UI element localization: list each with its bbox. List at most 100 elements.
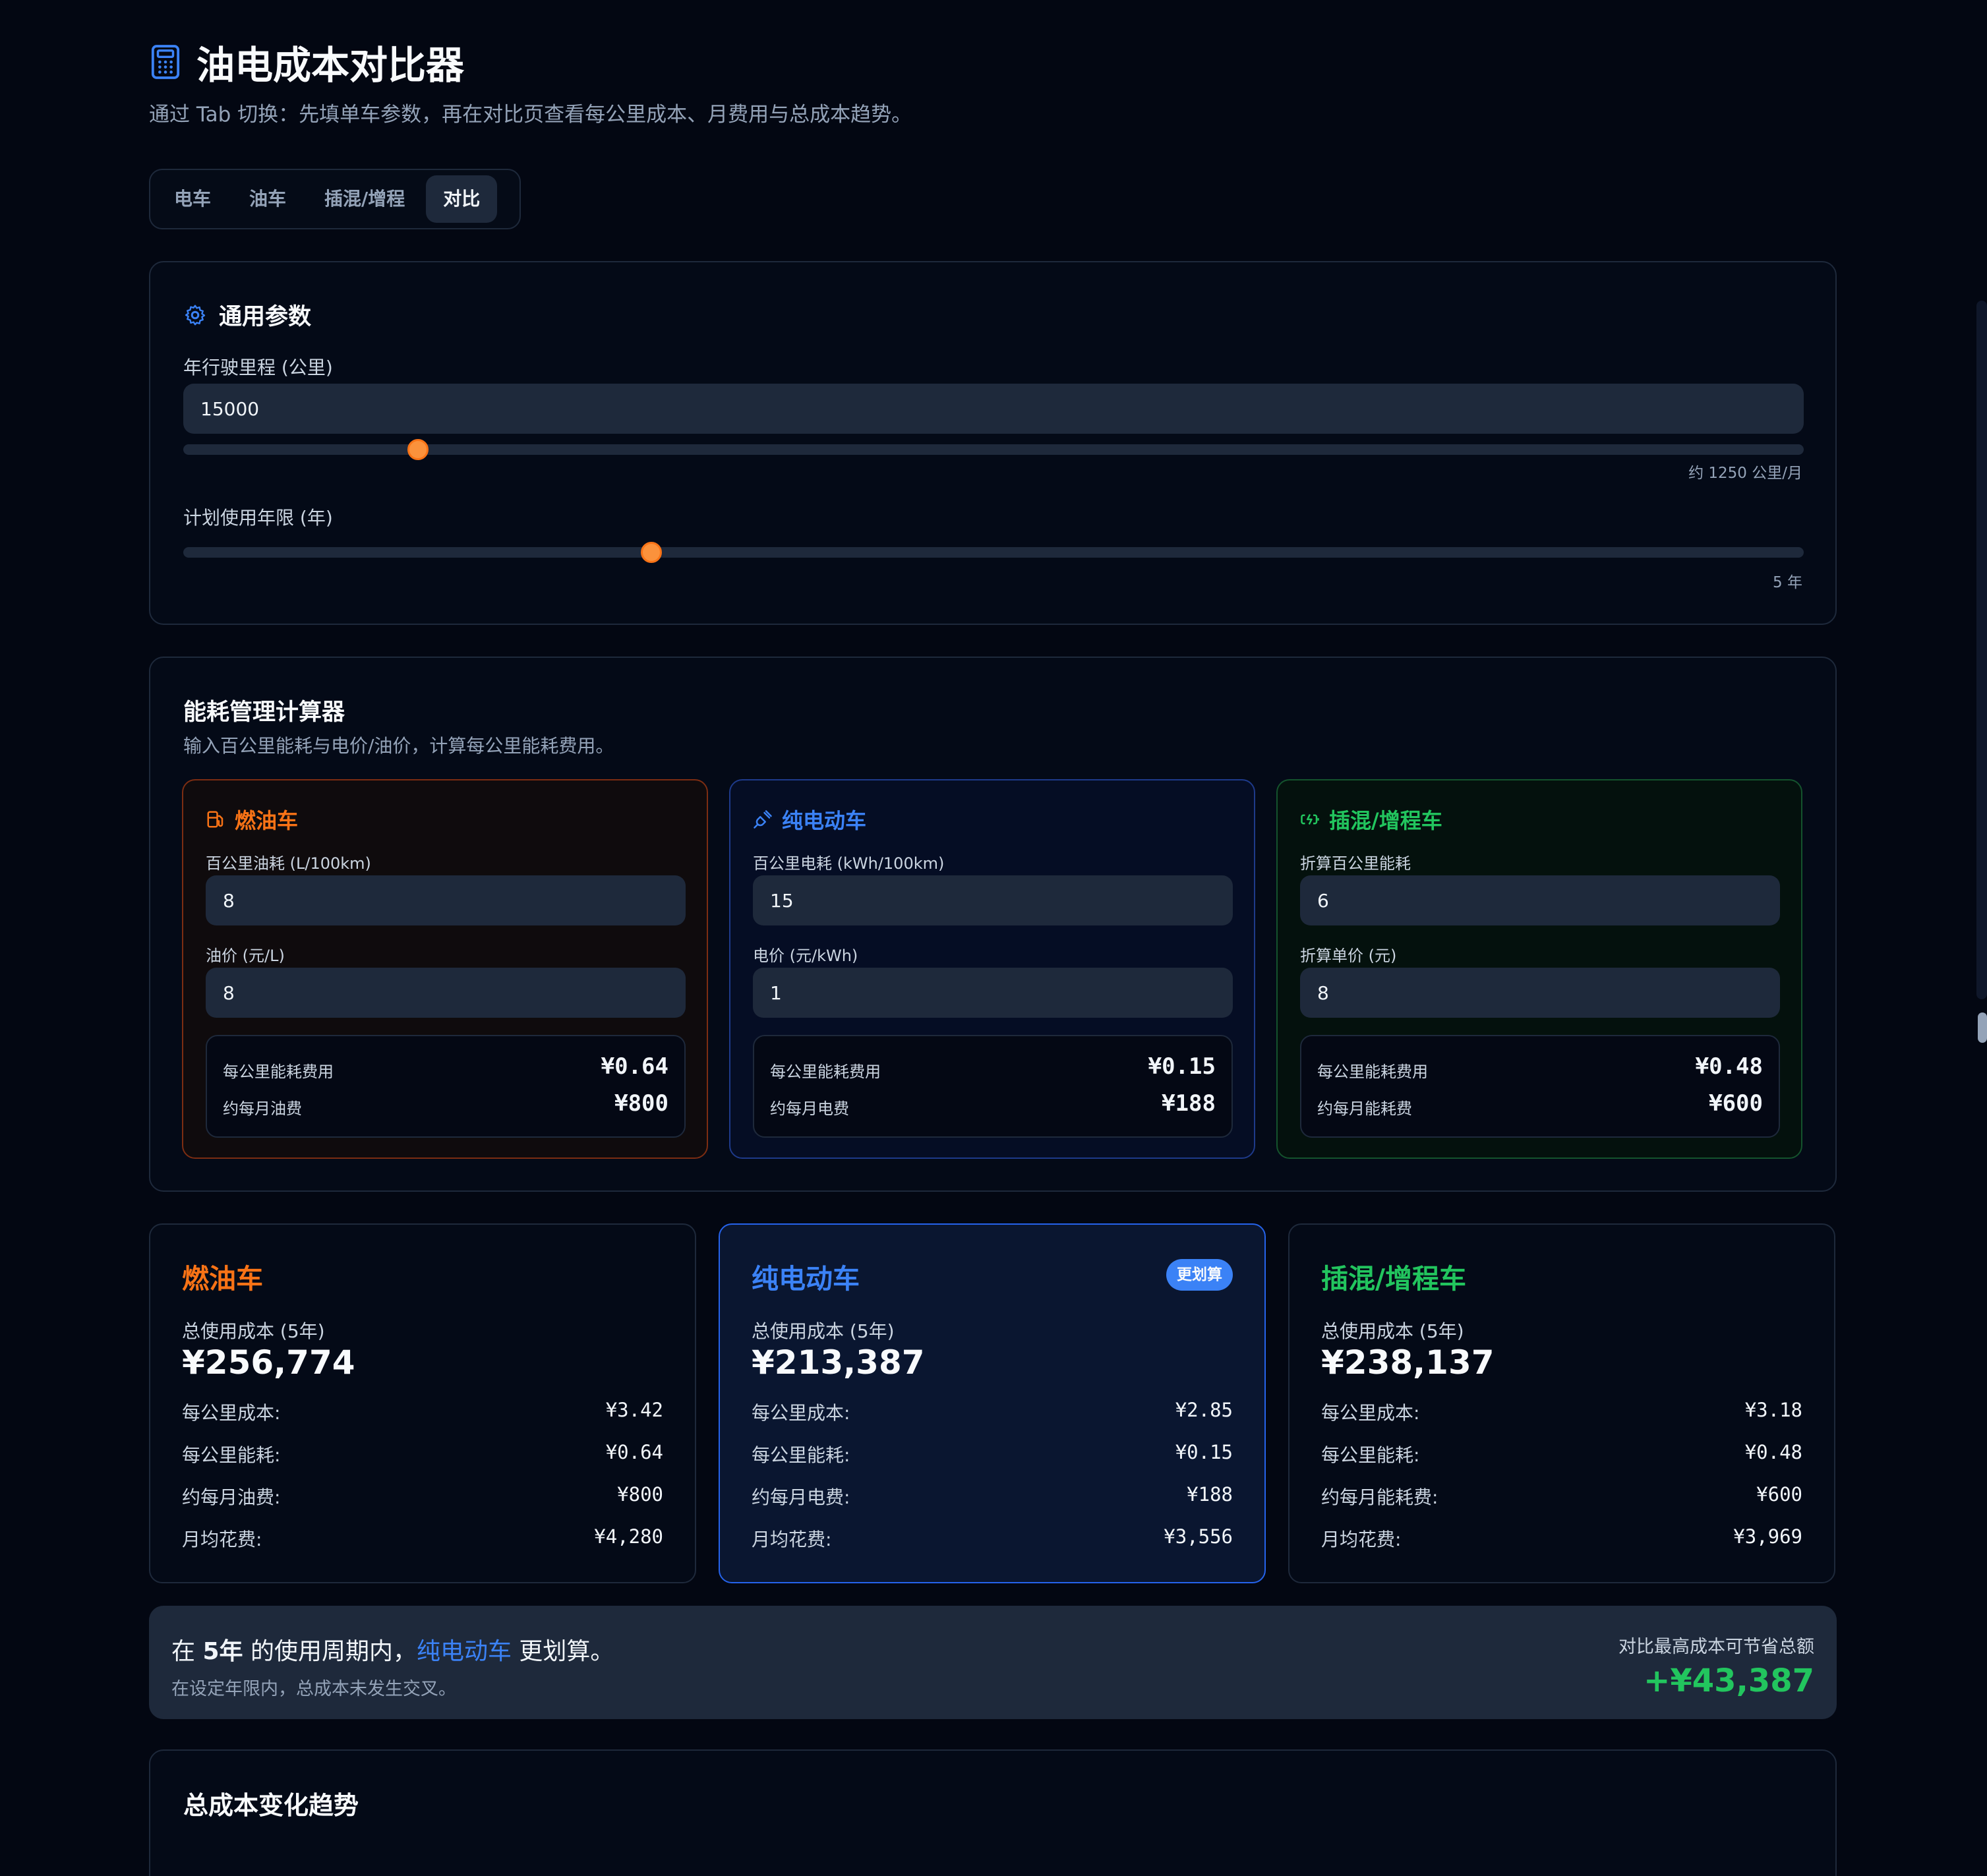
- ev-monthly-label: 约每月电费: [770, 1099, 849, 1118]
- summary-oil-total-label: 总使用成本 (5年): [182, 1320, 325, 1342]
- summary-ev-row-value: ¥3,556: [1164, 1525, 1233, 1548]
- calculator-icon: [151, 45, 180, 79]
- mileage-slider-thumb[interactable]: [407, 439, 429, 460]
- conclusion-middle: 的使用周期内，: [243, 1638, 417, 1665]
- battery-charging-icon: [1301, 813, 1319, 825]
- conclusion-years: 5年: [202, 1638, 243, 1665]
- summary-phev-row-value: ¥600: [1756, 1483, 1802, 1506]
- summary-phev-row-label: 每公里能耗:: [1321, 1444, 1420, 1466]
- ev-per-km-label: 每公里能耗费用: [770, 1063, 881, 1081]
- years-slider[interactable]: [183, 547, 1804, 558]
- ev-consumption-label: 百公里电耗 (kWh/100km): [753, 854, 945, 873]
- energy-calculator-title: 能耗管理计算器: [183, 699, 345, 726]
- energy-card-phev-header: 插混/增程车: [1300, 804, 1442, 835]
- savings-value: +¥43,387: [1644, 1662, 1814, 1699]
- summary-oil-row-value: ¥0.64: [605, 1441, 663, 1463]
- oil-per-km-label: 每公里能耗费用: [223, 1063, 334, 1081]
- energy-card-oil-title: 燃油车: [235, 808, 299, 833]
- phev-monthly-value: ¥600: [1709, 1090, 1763, 1117]
- conclusion-text: 在 5年 的使用周期内，纯电动车 更划算。: [171, 1632, 614, 1666]
- energy-card-ev: 纯电动车 百公里电耗 (kWh/100km) 15 电价 (元/kWh) 1 每…: [729, 779, 1255, 1159]
- savings-label: 对比最高成本可节省总额: [1618, 1637, 1814, 1657]
- summary-ev-row-label: 每公里成本:: [752, 1402, 850, 1424]
- tab-oil[interactable]: 油车: [232, 175, 303, 223]
- conclusion-winner: 纯电动车: [416, 1638, 512, 1665]
- oil-result-box: 每公里能耗费用 ¥0.64 约每月油费 ¥800: [206, 1035, 686, 1138]
- energy-card-ev-header: 纯电动车: [753, 804, 866, 835]
- summary-phev-row-value: ¥3,969: [1733, 1525, 1802, 1548]
- general-params-panel: 通用参数 年行驶里程 (公里) 15000 约 1250 公里/月 计划使用年限…: [149, 261, 1837, 625]
- conclusion-prefix: 在: [171, 1638, 203, 1665]
- summary-oil-row-value: ¥4,280: [594, 1525, 663, 1548]
- summary-phev-row-value: ¥3.18: [1744, 1399, 1802, 1421]
- tab-phev[interactable]: 插混/增程: [307, 175, 422, 223]
- scrollbar-track[interactable]: [1976, 301, 1987, 999]
- best-value-badge: 更划算: [1166, 1259, 1233, 1291]
- tab-ev[interactable]: 电车: [157, 175, 228, 223]
- summary-oil-row-label: 每公里成本:: [182, 1402, 281, 1424]
- ev-consumption-input[interactable]: 15: [753, 875, 1233, 925]
- summary-ev-row-value: ¥2.85: [1175, 1399, 1233, 1421]
- general-params-header: 通用参数: [183, 298, 311, 332]
- summary-oil-row-value: ¥800: [617, 1483, 663, 1506]
- ev-per-km-value: ¥0.15: [1148, 1053, 1216, 1080]
- energy-card-phev-title: 插混/增程车: [1329, 808, 1442, 833]
- ev-result-box: 每公里能耗费用 ¥0.15 约每月电费 ¥188: [753, 1035, 1233, 1138]
- conclusion-banner: 在 5年 的使用周期内，纯电动车 更划算。 在设定年限内，总成本未发生交叉。 对…: [149, 1606, 1837, 1719]
- mileage-input[interactable]: 15000: [183, 384, 1804, 434]
- scrollbar-thumb[interactable]: [1978, 1012, 1987, 1043]
- summary-phev-total-label: 总使用成本 (5年): [1321, 1320, 1464, 1342]
- phev-monthly-label: 约每月能耗费: [1317, 1099, 1412, 1118]
- phev-result-box: 每公里能耗费用 ¥0.48 约每月能耗费 ¥600: [1300, 1035, 1780, 1138]
- summary-ev-row-label: 每公里能耗:: [752, 1444, 850, 1466]
- fuel-pump-icon: [207, 811, 223, 828]
- oil-per-km-value: ¥0.64: [601, 1053, 668, 1080]
- tab-bar: 电车 油车 插混/增程 对比: [149, 169, 521, 229]
- phev-consumption-input[interactable]: 6: [1300, 875, 1780, 925]
- summary-oil-name: 燃油车: [182, 1263, 263, 1295]
- summary-oil-row-label: 每公里能耗:: [182, 1444, 281, 1466]
- summary-phev-row-label: 月均花费:: [1321, 1529, 1402, 1550]
- summary-card-oil: 燃油车 总使用成本 (5年) ¥256,774 每公里成本: ¥3.42 每公里…: [149, 1223, 696, 1583]
- phev-per-km-label: 每公里能耗费用: [1317, 1063, 1428, 1081]
- summary-card-phev: 插混/增程车 总使用成本 (5年) ¥238,137 每公里成本: ¥3.18 …: [1288, 1223, 1835, 1583]
- gear-icon: [185, 305, 206, 325]
- conclusion-suffix: 更划算。: [511, 1638, 614, 1665]
- phev-per-km-value: ¥0.48: [1695, 1053, 1763, 1080]
- phev-price-input[interactable]: 8: [1300, 968, 1780, 1018]
- page-title: 油电成本对比器: [196, 43, 465, 88]
- summary-ev-row-label: 约每月电费:: [752, 1486, 850, 1508]
- energy-card-phev: 插混/增程车 折算百公里能耗 6 折算单价 (元) 8 每公里能耗费用 ¥0.4…: [1276, 779, 1802, 1159]
- years-label: 计划使用年限 (年): [183, 507, 333, 529]
- summary-ev-row-value: ¥188: [1187, 1483, 1233, 1506]
- ev-price-input[interactable]: 1: [753, 968, 1233, 1018]
- summary-ev-row-value: ¥0.15: [1175, 1441, 1233, 1463]
- plug-icon: [754, 810, 772, 829]
- ev-price-label: 电价 (元/kWh): [753, 947, 858, 965]
- summary-oil-total-value: ¥256,774: [182, 1343, 355, 1382]
- summary-ev-name: 纯电动车: [752, 1263, 860, 1295]
- energy-card-oil-header: 燃油车: [206, 804, 298, 835]
- tab-compare[interactable]: 对比: [426, 175, 498, 223]
- phev-consumption-label: 折算百公里能耗: [1300, 854, 1411, 873]
- mileage-monthly-note: 约 1250 公里/月: [1688, 465, 1802, 482]
- summary-phev-row-label: 约每月能耗费:: [1321, 1486, 1438, 1508]
- summary-ev-total-label: 总使用成本 (5年): [752, 1320, 895, 1342]
- years-slider-thumb[interactable]: [641, 542, 663, 563]
- summary-oil-row-label: 月均花费:: [182, 1529, 262, 1550]
- summary-phev-total-value: ¥238,137: [1321, 1343, 1495, 1382]
- energy-card-ev-title: 纯电动车: [782, 808, 867, 833]
- oil-consumption-input[interactable]: 8: [206, 875, 686, 925]
- ev-monthly-value: ¥188: [1162, 1090, 1216, 1117]
- page-subtitle: 通过 Tab 切换：先填单车参数，再在对比页查看每公里成本、月费用与总成本趋势。: [149, 103, 912, 127]
- trend-panel: 总成本变化趋势: [149, 1749, 1837, 1876]
- summary-phev-row-value: ¥0.48: [1744, 1441, 1802, 1463]
- phev-price-label: 折算单价 (元): [1300, 947, 1397, 965]
- oil-monthly-label: 约每月油费: [223, 1099, 302, 1118]
- oil-price-input[interactable]: 8: [206, 968, 686, 1018]
- years-note: 5 年: [1773, 574, 1802, 591]
- summary-card-ev: 纯电动车 更划算 总使用成本 (5年) ¥213,387 每公里成本: ¥2.8…: [719, 1223, 1266, 1583]
- summary-phev-name: 插混/增程车: [1321, 1263, 1466, 1295]
- energy-card-oil: 燃油车 百公里油耗 (L/100km) 8 油价 (元/L) 8 每公里能耗费用…: [182, 779, 708, 1159]
- energy-calculator-subtitle: 输入百公里能耗与电价/油价，计算每公里能耗费用。: [183, 735, 614, 757]
